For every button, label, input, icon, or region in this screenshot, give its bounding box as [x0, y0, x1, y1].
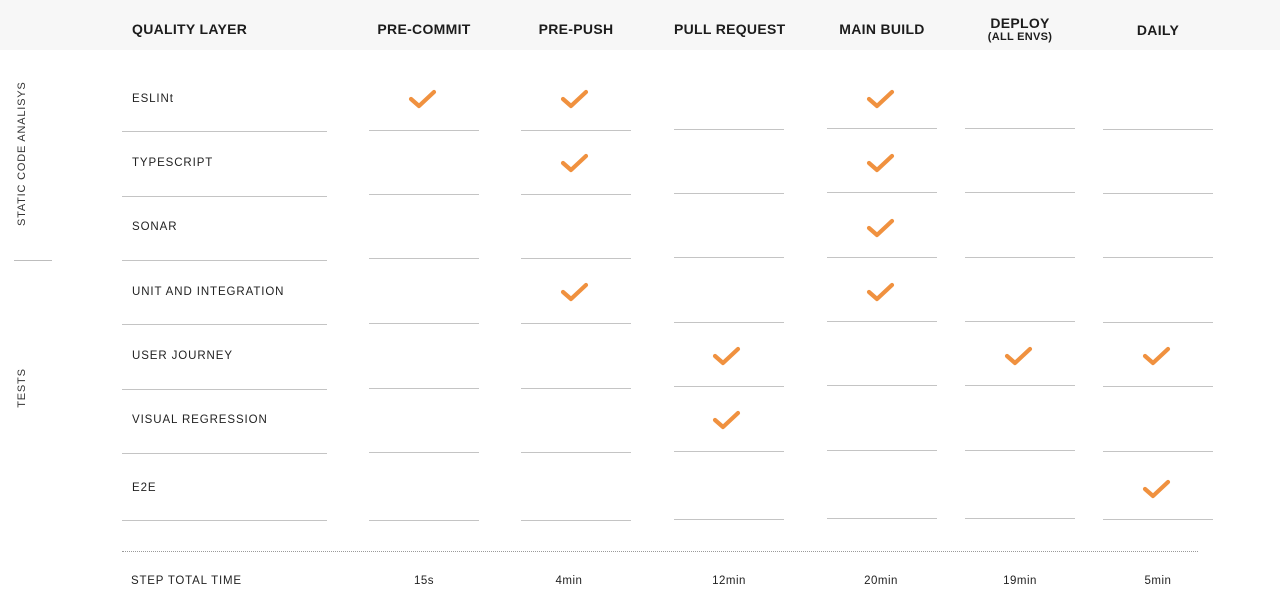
group-separator [14, 260, 52, 261]
cell-rule [827, 257, 937, 258]
row-label-eslint: ESLINt [132, 93, 174, 105]
row-label-sonar: SONAR [132, 221, 178, 233]
check-icon [1004, 345, 1034, 367]
row-label-typescript: TYPESCRIPT [132, 157, 214, 169]
cell-rule [369, 452, 479, 453]
row-rule [122, 389, 327, 390]
row-rule [122, 324, 327, 325]
cell-rule [965, 385, 1075, 386]
time-main-build: 20min [864, 575, 898, 587]
cell-rule [674, 451, 784, 452]
group-label-static: STATIC CODE ANALISYS [16, 81, 28, 226]
time-deploy: 19min [1003, 575, 1037, 587]
check-icon [866, 217, 896, 239]
cell-rule [521, 520, 631, 521]
check-icon [408, 88, 438, 110]
cell-rule [965, 321, 1075, 322]
row-rule [122, 520, 327, 521]
footer-label: STEP TOTAL TIME [131, 575, 242, 587]
cell-rule [1103, 451, 1213, 452]
cell-rule [965, 518, 1075, 519]
cell-rule [1103, 257, 1213, 258]
cell-rule [827, 518, 937, 519]
cell-rule [1103, 129, 1213, 130]
row-rule [122, 131, 327, 132]
cell-rule [369, 520, 479, 521]
cell-rule [521, 258, 631, 259]
check-icon [712, 409, 742, 431]
cell-rule [521, 388, 631, 389]
header-daily: DAILY [1136, 22, 1180, 38]
header-deploy-label: DEPLOY [990, 15, 1050, 31]
header-main-build: MAIN BUILD [839, 21, 925, 37]
row-rule [122, 453, 327, 454]
cell-rule [369, 323, 479, 324]
time-daily: 5min [1144, 575, 1172, 587]
cell-rule [369, 258, 479, 259]
group-label-tests: TESTS [16, 368, 28, 408]
cell-rule [827, 128, 937, 129]
header-pre-push: PRE-PUSH [538, 21, 614, 37]
header-deploy: DEPLOY (ALL ENVS) [965, 15, 1075, 44]
header-quality-layer: QUALITY LAYER [132, 21, 248, 37]
cell-rule [965, 128, 1075, 129]
check-icon [560, 88, 590, 110]
cell-rule [827, 321, 937, 322]
row-label-e2e: E2E [132, 482, 157, 494]
footer-divider [122, 551, 1198, 552]
cell-rule [1103, 519, 1213, 520]
cell-rule [674, 386, 784, 387]
header-pre-commit: PRE-COMMIT [377, 21, 471, 37]
check-icon [560, 152, 590, 174]
row-rule [122, 260, 327, 261]
row-label-user-journey: USER JOURNEY [132, 350, 233, 362]
time-pre-push: 4min [555, 575, 583, 587]
cell-rule [369, 194, 479, 195]
check-icon [712, 345, 742, 367]
time-pull-request: 12min [712, 575, 746, 587]
cell-rule [965, 192, 1075, 193]
cell-rule [521, 323, 631, 324]
cell-rule [827, 385, 937, 386]
check-icon [1142, 345, 1172, 367]
cell-rule [827, 450, 937, 451]
row-label-unit-and-integration: UNIT AND INTEGRATION [132, 286, 285, 298]
cell-rule [674, 257, 784, 258]
check-icon [866, 88, 896, 110]
row-rule [122, 196, 327, 197]
cell-rule [965, 257, 1075, 258]
cell-rule [1103, 386, 1213, 387]
cell-rule [521, 452, 631, 453]
header-pull-request: PULL REQUEST [674, 21, 786, 37]
cell-rule [369, 388, 479, 389]
row-label-visual-regression: VISUAL REGRESSION [132, 414, 268, 426]
cell-rule [674, 519, 784, 520]
cell-rule [1103, 322, 1213, 323]
cell-rule [827, 192, 937, 193]
cell-rule [674, 193, 784, 194]
cell-rule [521, 130, 631, 131]
cell-rule [369, 130, 479, 131]
cell-rule [674, 129, 784, 130]
check-icon [1142, 478, 1172, 500]
check-icon [866, 152, 896, 174]
time-pre-commit: 15s [413, 575, 435, 587]
cell-rule [1103, 193, 1213, 194]
cell-rule [965, 450, 1075, 451]
check-icon [866, 281, 896, 303]
header-deploy-sub: (ALL ENVS) [987, 31, 1053, 43]
quality-matrix-page: QUALITY LAYER PRE-COMMIT PRE-PUSH PULL R… [0, 0, 1280, 603]
check-icon [560, 281, 590, 303]
cell-rule [674, 322, 784, 323]
cell-rule [521, 194, 631, 195]
